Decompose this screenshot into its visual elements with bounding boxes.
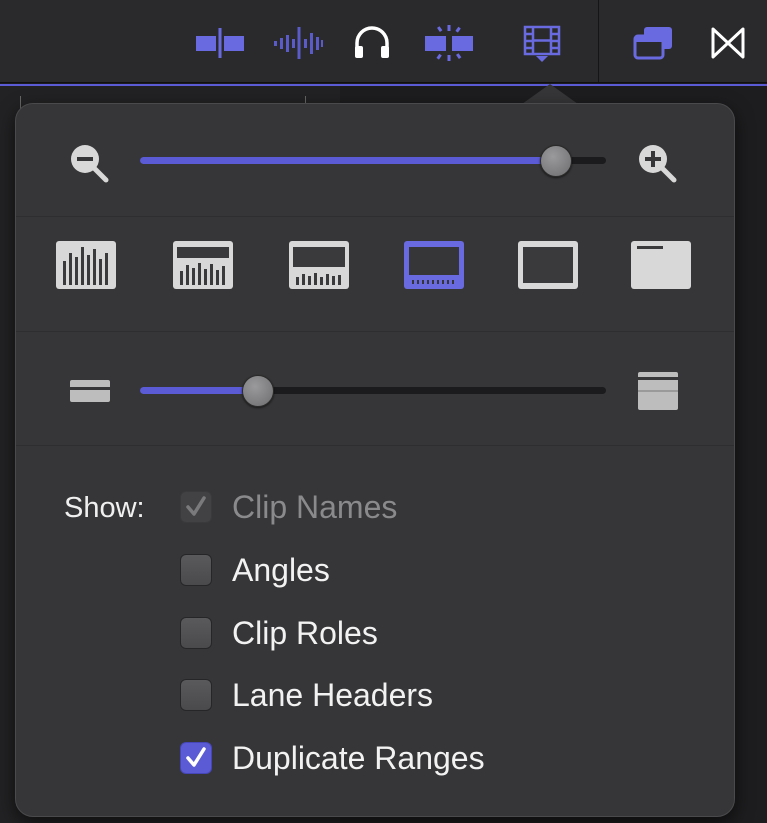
zoom-in-icon[interactable] [636,142,680,184]
angles-checkbox[interactable] [180,554,212,586]
preset-audio-waveforms-only-icon[interactable] [54,239,118,291]
lane-headers-checkbox[interactable] [180,679,212,711]
clip-height-section [16,332,734,446]
clip-roles-checkbox[interactable] [180,617,212,649]
snapping-icon[interactable] [423,24,475,62]
duplicate-ranges-label: Duplicate Ranges [232,739,485,776]
preset-filmstrips-only-icon[interactable] [516,239,580,291]
option-clip-names[interactable]: Clip Names [180,487,397,527]
clip-height-slider-knob[interactable] [242,375,274,407]
audio-skimming-icon[interactable] [272,24,324,62]
zoom-section [16,104,734,217]
zoom-out-icon[interactable] [68,142,112,184]
duplicate-ranges-checkbox[interactable] [180,742,212,774]
lane-headers-label: Lane Headers [232,676,434,713]
clip-names-checkbox[interactable] [180,491,212,523]
headphones-icon[interactable] [352,24,392,62]
option-duplicate-ranges[interactable]: Duplicate Ranges [180,738,485,778]
timeline-toolbar [0,0,767,83]
zoom-slider-track[interactable] [140,157,606,164]
preset-large-waveforms-icon[interactable] [171,239,235,291]
clip-height-slider-track[interactable] [140,387,606,394]
zoom-slider-fill [140,157,555,164]
clip-appearance-popover: Show: Clip Names Angles Clip Roles Lane … [15,103,735,817]
inspector-windows-icon[interactable] [632,24,676,62]
zoom-slider-knob[interactable] [540,145,572,177]
toolbar-divider [598,0,599,82]
skimming-icon[interactable] [194,24,246,62]
small-clip-height-icon[interactable] [68,378,112,404]
preset-clip-labels-only-icon[interactable] [629,239,693,291]
option-clip-roles[interactable]: Clip Roles [180,613,378,653]
option-angles[interactable]: Angles [180,550,330,590]
clip-preset-section [16,217,734,332]
clip-names-label: Clip Names [232,488,398,525]
popover-arrow [522,84,578,104]
large-clip-height-icon[interactable] [636,370,680,412]
preset-equal-waveforms-filmstrips-icon[interactable] [287,239,351,291]
transitions-icon[interactable] [708,24,748,62]
clip-appearance-icon[interactable] [520,24,564,62]
option-lane-headers[interactable]: Lane Headers [180,675,433,715]
show-label: Show: [64,492,145,524]
angles-label: Angles [232,551,330,588]
accent-line [0,84,767,86]
clip-roles-label: Clip Roles [232,614,378,651]
clip-height-slider-fill [140,387,257,394]
preset-large-filmstrips-icon[interactable] [402,239,466,291]
